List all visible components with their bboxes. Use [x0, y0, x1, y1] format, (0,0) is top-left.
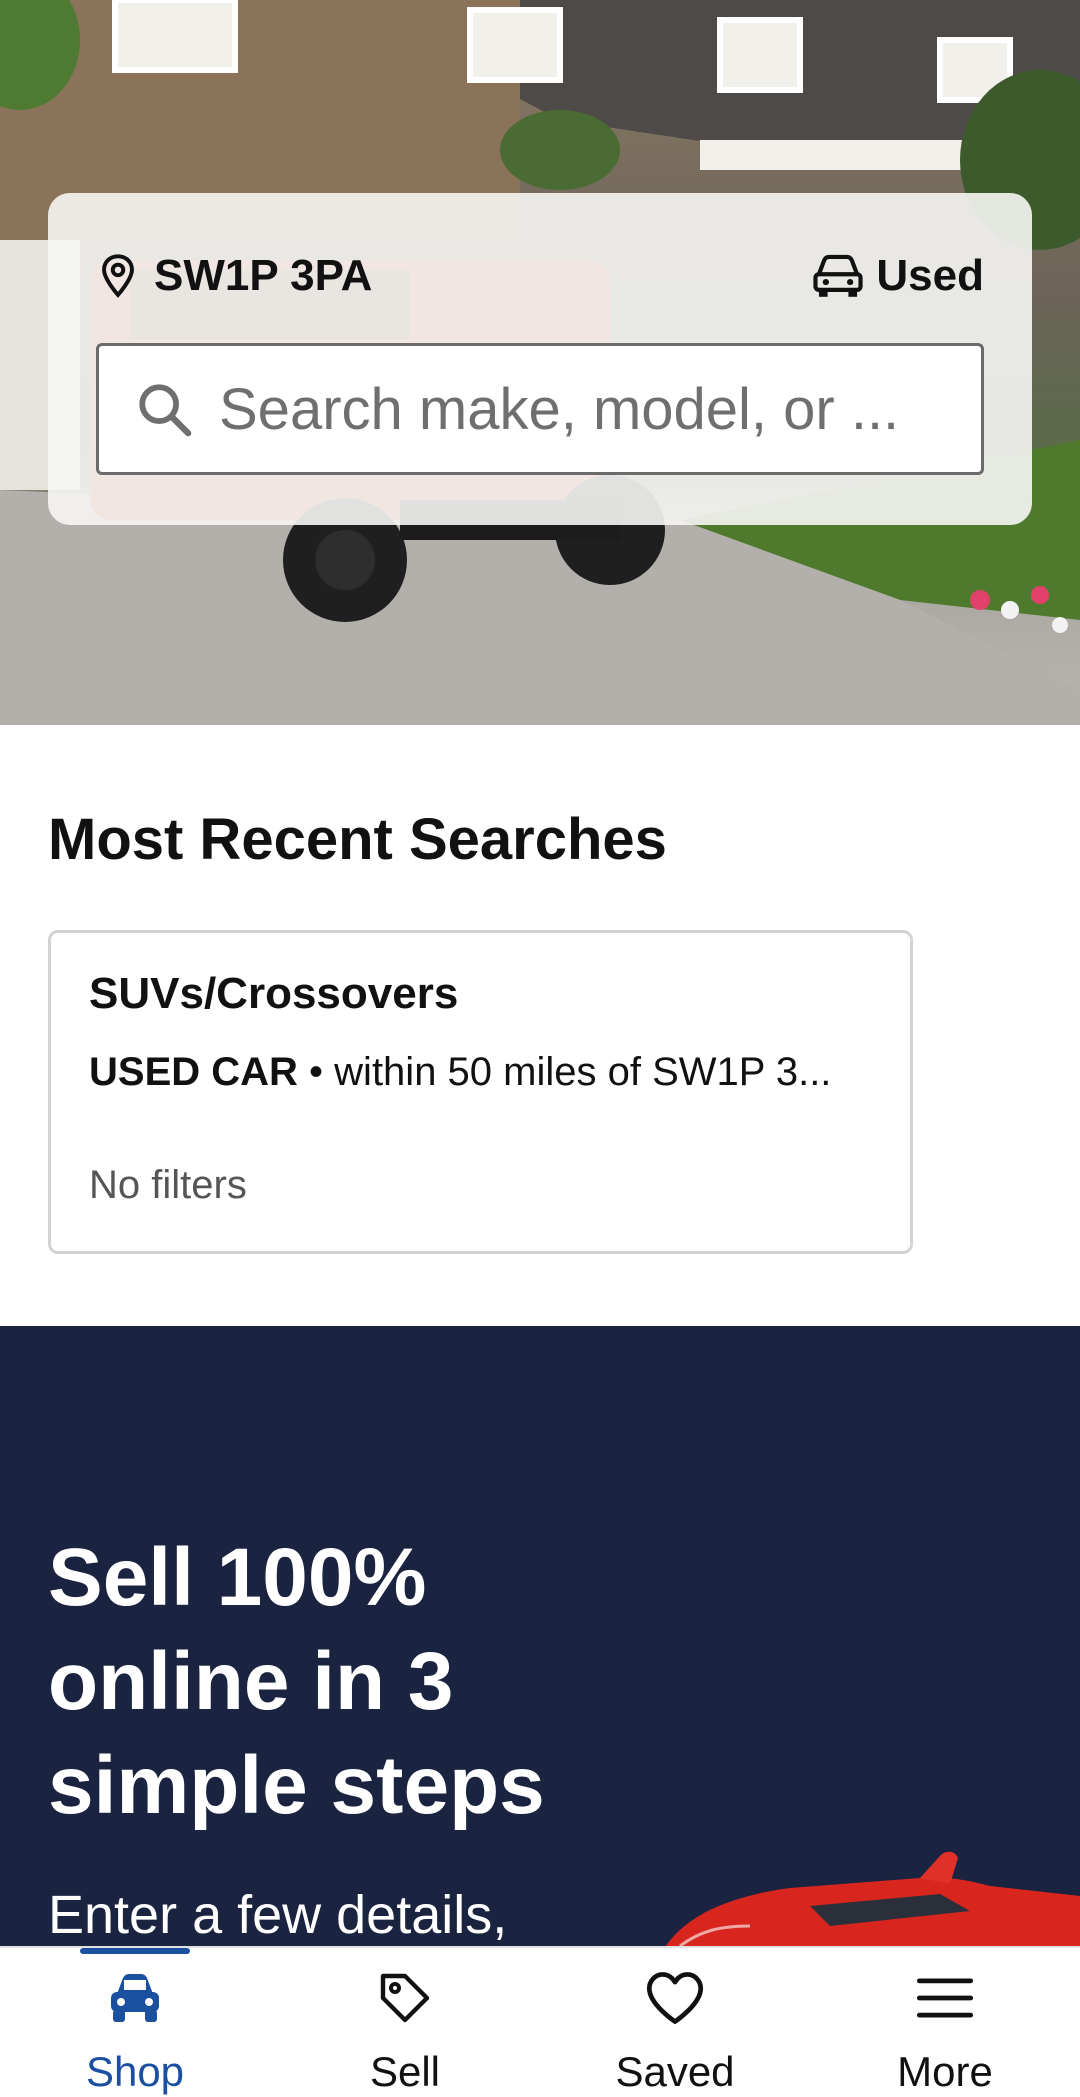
recent-search-title: SUVs/Crossovers [89, 969, 459, 1018]
recent-search-type: USED CAR [89, 1050, 298, 1094]
search-card: SW1P 3PA Used [48, 193, 1032, 525]
sell-headline: Sell 100% online in 3 simple steps [48, 1532, 545, 1831]
recent-searches-title: Most Recent Searches [48, 807, 667, 872]
red-car-image [665, 1851, 1080, 1946]
tag-icon [380, 1973, 430, 2023]
nav-shop-label: Shop [85, 2048, 185, 2095]
active-tab-indicator [80, 1948, 190, 1954]
recent-search-location: within 50 miles of SW1P 3... [334, 1050, 832, 1094]
nav-sell[interactable]: Sell [270, 1948, 540, 2097]
hero-image: SW1P 3PA Used [0, 0, 1080, 725]
nav-saved[interactable]: Saved [540, 1948, 810, 2097]
sell-body-text: Enter a few details, [48, 1885, 508, 1945]
condition-selector[interactable]: Used [812, 251, 984, 301]
nav-more-label: More [897, 2048, 993, 2095]
nav-sell-label: Sell [369, 2048, 441, 2095]
nav-saved-label: Saved [615, 2048, 735, 2095]
search-field[interactable] [96, 343, 984, 475]
search-icon [139, 384, 192, 437]
nav-more[interactable]: More [810, 1948, 1080, 2097]
menu-icon [916, 1978, 974, 2018]
heart-icon [646, 1972, 704, 2024]
location-text: SW1P 3PA [154, 251, 373, 300]
separator-dot: • [309, 1050, 324, 1094]
search-input[interactable] [219, 375, 939, 443]
sell-banner[interactable]: Sell 100% online in 3 simple steps Enter… [0, 1326, 1080, 1946]
location-pin-icon [102, 254, 134, 298]
condition-text: Used [876, 251, 984, 300]
location-selector[interactable]: SW1P 3PA [98, 251, 372, 301]
bottom-nav: Shop Sell Saved More [0, 1946, 1080, 2097]
recent-search-filters: No filters [89, 1163, 247, 1207]
recent-search-details: USED CAR • within 50 miles of SW1P 3... [89, 1050, 889, 1095]
car-icon [813, 254, 864, 297]
recent-search-card[interactable]: SUVs/Crossovers USED CAR • within 50 mil… [48, 930, 913, 1254]
car-icon [111, 1974, 159, 2022]
nav-shop[interactable]: Shop [0, 1948, 270, 2097]
